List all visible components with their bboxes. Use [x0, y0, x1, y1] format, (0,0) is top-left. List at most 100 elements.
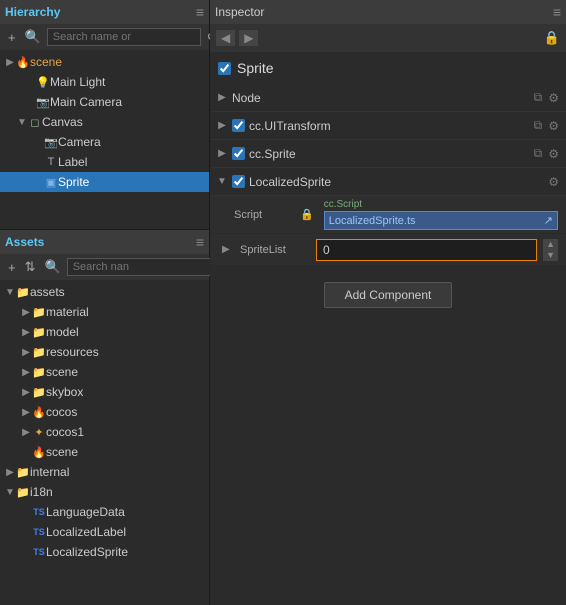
ts-languagedata-icon: TS — [32, 507, 46, 517]
assets-item-languagedata[interactable]: TS LanguageData — [0, 502, 209, 522]
scene2-icon: 🔥 — [32, 446, 46, 459]
hierarchy-panel: Hierarchy ≡ + 🔍 ↺ ⇅ ▶ 🔥 scene 💡 Main Lig… — [0, 0, 209, 230]
assets-label-scene2: scene — [46, 445, 78, 459]
uitransform-name: cc.UITransform — [249, 119, 529, 133]
add-component-button[interactable]: Add Component — [324, 282, 453, 308]
tree-item-camera[interactable]: 📷 Camera — [0, 132, 209, 152]
sprite-icon: ▣ — [44, 176, 58, 189]
hierarchy-title: Hierarchy — [5, 5, 60, 19]
node-copy-btn[interactable]: ⧉ — [533, 89, 544, 106]
assets-menu-icon[interactable]: ≡ — [196, 234, 204, 250]
uitransform-checkbox[interactable] — [232, 119, 245, 132]
camera-main-icon: 📷 — [36, 96, 50, 109]
assets-sort-btn[interactable]: ⇅ — [22, 258, 39, 276]
uitransform-copy-btn[interactable]: ⧉ — [533, 117, 544, 134]
assets-search-input[interactable] — [67, 258, 221, 276]
folder-resources-icon: 📁 — [32, 346, 46, 359]
assets-arrow-material: ▶ — [20, 307, 32, 318]
assets-item-i18n[interactable]: ▼ 📁 i18n — [0, 482, 209, 502]
node-component-icons: ⧉ ⚙ — [533, 89, 560, 106]
inspector-lock-btn[interactable]: 🔒 — [544, 30, 560, 46]
assets-item-localizedlabel[interactable]: TS LocalizedLabel — [0, 522, 209, 542]
localized-icons: ⚙ — [547, 174, 560, 190]
hierarchy-search-btn[interactable]: 🔍 — [22, 28, 44, 46]
assets-add-btn[interactable]: + — [5, 259, 19, 276]
assets-arrow-model: ▶ — [20, 327, 32, 338]
sprite-arrow: ▶ — [216, 148, 228, 159]
inspector-forward-btn[interactable]: ▶ — [239, 30, 258, 46]
uitransform-settings-btn[interactable]: ⚙ — [547, 117, 560, 134]
assets-label-resources: resources — [46, 345, 99, 359]
script-lock-icon: 🔒 — [300, 208, 314, 221]
hierarchy-tree: ▶ 🔥 scene 💡 Main Light 📷 Main Camera ▼ ◻… — [0, 50, 209, 229]
cocos-icon: 🔥 — [32, 406, 46, 419]
node-settings-btn[interactable]: ⚙ — [547, 89, 560, 106]
sprite-settings-btn[interactable]: ⚙ — [547, 145, 560, 162]
component-row-sprite[interactable]: ▶ cc.Sprite ⧉ ⚙ — [210, 140, 566, 168]
sprite-checkbox[interactable] — [232, 147, 245, 160]
inspector-nav: ◀ ▶ 🔒 — [210, 24, 566, 52]
assets-label-assets: assets — [30, 285, 65, 299]
assets-item-model[interactable]: ▶ 📁 model — [0, 322, 209, 342]
tree-item-label[interactable]: T Label — [0, 152, 209, 172]
spritelist-label: SpriteList — [240, 244, 310, 256]
localized-checkbox[interactable] — [232, 175, 245, 188]
spritelist-input[interactable] — [316, 239, 537, 261]
light-icon: 💡 — [36, 76, 50, 89]
assets-item-resources[interactable]: ▶ 📁 resources — [0, 342, 209, 362]
assets-title: Assets — [5, 235, 44, 249]
assets-item-skybox[interactable]: ▶ 📁 skybox — [0, 382, 209, 402]
sprite-copy-btn[interactable]: ⧉ — [533, 145, 544, 162]
hierarchy-toolbar: + 🔍 ↺ ⇅ — [0, 24, 209, 50]
hierarchy-search-input[interactable] — [47, 28, 201, 46]
uitransform-icons: ⧉ ⚙ — [533, 117, 560, 134]
add-component-section: Add Component — [210, 266, 566, 324]
assets-search-toggle-btn[interactable]: 🔍 — [42, 258, 64, 276]
assets-item-scene[interactable]: ▶ 📁 scene — [0, 362, 209, 382]
tree-item-scene[interactable]: ▶ 🔥 scene — [0, 52, 209, 72]
sprite-enabled-checkbox[interactable] — [218, 62, 231, 75]
script-value-box[interactable]: LocalizedSprite.ts ↗ — [324, 211, 558, 230]
component-row-node[interactable]: ▶ Node ⧉ ⚙ — [210, 84, 566, 112]
tree-label-main-light: Main Light — [50, 75, 105, 89]
assets-arrow-i18n: ▼ — [4, 487, 16, 498]
inspector-menu-icon[interactable]: ≡ — [553, 4, 561, 20]
tree-item-sprite[interactable]: ▣ Sprite — [0, 172, 209, 192]
spritelist-spin: ▲ ▼ — [543, 239, 558, 261]
tree-item-canvas[interactable]: ▼ ◻ Canvas — [0, 112, 209, 132]
folder-i18n-icon: 📁 — [16, 486, 30, 499]
assets-item-material[interactable]: ▶ 📁 material — [0, 302, 209, 322]
assets-item-cocos[interactable]: ▶ 🔥 cocos — [0, 402, 209, 422]
sprite-name-row: Sprite — [210, 52, 566, 84]
inspector-panel: Inspector ≡ ◀ ▶ 🔒 Sprite ▶ Node ⧉ ⚙ ▶ cc… — [210, 0, 566, 605]
assets-item-internal[interactable]: ▶ 📁 internal — [0, 462, 209, 482]
label-icon: T — [44, 156, 58, 168]
tree-item-main-camera[interactable]: 📷 Main Camera — [0, 92, 209, 112]
spritelist-row: ▶ SpriteList ▲ ▼ — [210, 234, 566, 266]
assets-arrow-resources: ▶ — [20, 347, 32, 358]
tree-label-sprite: Sprite — [58, 175, 89, 189]
inspector-header: Inspector ≡ — [210, 0, 566, 24]
hierarchy-add-btn[interactable]: + — [5, 29, 19, 46]
tree-arrow-scene: ▶ — [4, 57, 16, 68]
sprite-icons: ⧉ ⚙ — [533, 145, 560, 162]
assets-label-skybox: skybox — [46, 385, 83, 399]
spritelist-spin-up[interactable]: ▲ — [543, 239, 558, 250]
inspector-back-btn[interactable]: ◀ — [216, 30, 235, 46]
component-row-uitransform[interactable]: ▶ cc.UITransform ⧉ ⚙ — [210, 112, 566, 140]
tree-item-main-light[interactable]: 💡 Main Light — [0, 72, 209, 92]
assets-label-languagedata: LanguageData — [46, 505, 125, 519]
spritelist-spin-down[interactable]: ▼ — [543, 250, 558, 261]
assets-item-localizedsprite[interactable]: TS LocalizedSprite — [0, 542, 209, 562]
spritelist-arrow: ▶ — [222, 244, 234, 255]
assets-item-scene2[interactable]: 🔥 scene — [0, 442, 209, 462]
inspector-title: Inspector — [215, 5, 264, 19]
node-arrow: ▶ — [216, 92, 228, 103]
sprite-name-text: Sprite — [237, 60, 274, 76]
assets-item-assets[interactable]: ▼ 📁 assets — [0, 282, 209, 302]
ts-localizedsprite-icon: TS — [32, 547, 46, 557]
localized-header[interactable]: ▼ LocalizedSprite ⚙ — [210, 168, 566, 196]
assets-item-cocos1[interactable]: ▶ ✦ cocos1 — [0, 422, 209, 442]
hierarchy-menu-icon[interactable]: ≡ — [196, 4, 204, 20]
localized-settings-btn[interactable]: ⚙ — [547, 174, 560, 190]
